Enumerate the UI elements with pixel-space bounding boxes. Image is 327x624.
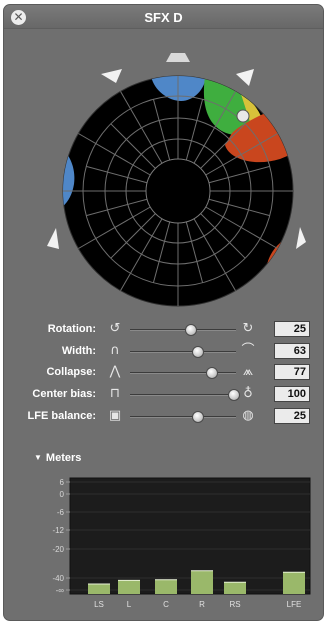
meter-channel-label: RS [229, 600, 240, 609]
right-speaker-icon[interactable] [236, 69, 254, 86]
center-bias-low-icon: ⊓ [109, 386, 121, 401]
meter-scale-label: -∞ [56, 586, 65, 595]
meter-plot-area [69, 477, 311, 595]
param-slider-thumb[interactable] [227, 389, 240, 401]
left-surround-speaker-icon[interactable] [47, 228, 59, 249]
param-value-field[interactable]: 63 [274, 343, 310, 359]
lfe-high-icon: ◍ [242, 408, 254, 423]
meter-bar-rs [224, 582, 246, 594]
right-surround-speaker-icon[interactable] [296, 227, 306, 249]
meter-bar-r [191, 570, 213, 594]
param-label: Center bias: [32, 388, 96, 400]
center-bias-high-icon: ♁ [243, 386, 253, 401]
meter-channel-label: LFE [287, 600, 302, 609]
collapse-low-icon: ⋀ [109, 364, 121, 379]
disclosure-triangle-icon[interactable]: ▼ [34, 453, 42, 462]
param-slider-track[interactable] [130, 394, 236, 396]
collapse-high-icon: ⩕ [242, 364, 254, 379]
param-row-width: Width: ∩ ⌒ 63 [4, 343, 323, 361]
meter-channel-label: C [163, 600, 169, 609]
meter-channel-label: L [127, 600, 132, 609]
param-row-center-bias: Center bias: ⊓ ♁ 100 [4, 386, 323, 404]
meter-scale-label: 0 [60, 490, 65, 499]
param-row-lfe-balance: LFE balance: ▣ ◍ 25 [4, 408, 323, 426]
param-slider-track[interactable] [130, 372, 236, 374]
param-slider-thumb[interactable] [191, 411, 204, 423]
title-bar: ✕ SFX D [4, 5, 323, 29]
sfx-window: ✕ SFX D Rotation: ↺ ↻ 25 Width: ∩ ⌒ 63 Collapse:… [3, 4, 324, 621]
meter-svg: 6 0 -6 -12 -20 -40 -∞ LS L C R RS LFE [52, 477, 311, 609]
param-label: Width: [61, 345, 96, 357]
meters-disclosure[interactable]: ▼ Meters [34, 452, 81, 464]
meter-bar-lfe [283, 572, 305, 594]
param-slider-track[interactable] [130, 416, 236, 418]
panner-position-handle[interactable] [236, 109, 250, 123]
param-slider-track[interactable] [130, 329, 236, 331]
param-value-field[interactable]: 25 [274, 321, 310, 337]
rotate-cw-icon: ↻ [242, 321, 254, 336]
narrow-width-icon: ∩ [110, 343, 120, 358]
wide-width-icon: ⌒ [241, 343, 255, 358]
meter-scale-label: -6 [57, 508, 65, 517]
meter-channel-label: R [199, 600, 205, 609]
param-label: Collapse: [46, 366, 96, 378]
meter-channel-label: LS [94, 600, 104, 609]
meter-scale-label: -12 [52, 526, 64, 535]
meter-scale-label: 6 [60, 478, 65, 487]
window-title: SFX D [144, 10, 183, 25]
meter-bar-ls [88, 584, 110, 594]
meter-panel: 6 0 -6 -12 -20 -40 -∞ LS L C R RS LFE [42, 472, 312, 610]
center-speaker-icon[interactable] [166, 53, 190, 62]
param-value-field[interactable]: 100 [274, 386, 310, 402]
surround-panner[interactable] [4, 29, 324, 319]
param-slider-track[interactable] [130, 351, 236, 353]
param-slider-thumb[interactable] [205, 367, 218, 379]
param-row-rotation: Rotation: ↺ ↻ 25 [4, 321, 323, 339]
param-label: LFE balance: [27, 410, 96, 422]
meter-scale-label: -40 [52, 574, 64, 583]
param-label: Rotation: [47, 323, 96, 335]
meter-scale-label: -20 [52, 545, 64, 554]
param-row-collapse: Collapse: ⋀ ⩕ 77 [4, 364, 323, 382]
param-value-field[interactable]: 77 [274, 364, 310, 380]
lfe-low-icon: ▣ [108, 408, 122, 423]
meter-bar-l [118, 580, 140, 594]
param-value-field[interactable]: 25 [274, 408, 310, 424]
param-slider-thumb[interactable] [191, 346, 204, 358]
left-speaker-icon[interactable] [101, 69, 122, 83]
panner-svg[interactable] [4, 29, 324, 319]
meters-label: Meters [45, 452, 82, 464]
meter-bar-c [155, 579, 177, 594]
param-slider-thumb[interactable] [185, 324, 198, 336]
rotate-ccw-icon: ↺ [109, 321, 121, 336]
panner-center-hub [145, 158, 211, 224]
